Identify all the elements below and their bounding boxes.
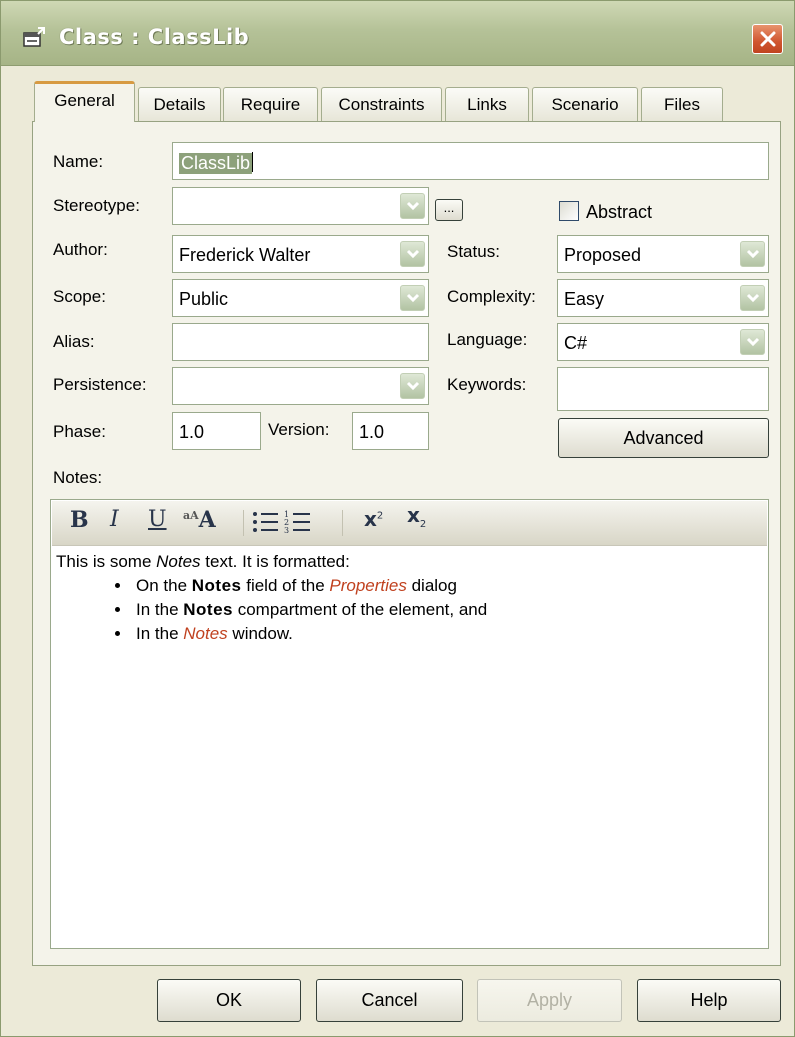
complexity-value: Easy bbox=[564, 289, 605, 309]
apply-button[interactable]: Apply bbox=[477, 979, 622, 1022]
subscript-x: x bbox=[407, 503, 420, 527]
browse-label: ... bbox=[443, 199, 455, 215]
tab-label: General bbox=[54, 91, 115, 110]
advanced-button[interactable]: Advanced bbox=[558, 418, 769, 458]
chevron-down-icon[interactable] bbox=[740, 329, 765, 355]
italic-button[interactable]: I bbox=[110, 507, 119, 532]
tab-label: Details bbox=[153, 94, 206, 114]
svg-text:3: 3 bbox=[284, 526, 289, 535]
title-bar[interactable]: Class : ClassLib bbox=[1, 1, 794, 66]
author-label: Author: bbox=[53, 240, 108, 259]
list-item: On the Notes field of the Properties dia… bbox=[132, 574, 487, 598]
text-caret bbox=[252, 152, 254, 172]
chevron-down-icon[interactable] bbox=[400, 193, 425, 219]
tab-label: Links bbox=[467, 94, 507, 114]
abstract-label: Abstract bbox=[586, 202, 653, 222]
ok-label: OK bbox=[215, 990, 242, 1010]
notes-content[interactable]: This is some Notes text. It is formatted… bbox=[56, 550, 487, 646]
toolbar-separator bbox=[243, 510, 244, 536]
tab-scenario[interactable]: Scenario bbox=[532, 87, 638, 121]
complexity-label: Complexity: bbox=[447, 287, 536, 306]
superscript-button[interactable]: x2 bbox=[364, 507, 383, 531]
status-label: Status: bbox=[447, 242, 500, 261]
complexity-dropdown[interactable]: Easy bbox=[557, 279, 769, 317]
close-button[interactable] bbox=[752, 24, 783, 54]
version-value: 1.0 bbox=[359, 422, 385, 442]
superscript-digit: 2 bbox=[376, 510, 384, 522]
notes-bullet-list: On the Notes field of the Properties dia… bbox=[56, 574, 487, 646]
keywords-label: Keywords: bbox=[447, 375, 527, 394]
numbered-list-icon[interactable]: 123 bbox=[284, 509, 312, 541]
subscript-button[interactable]: x2 bbox=[407, 503, 426, 530]
author-dropdown[interactable]: Frederick Walter bbox=[172, 235, 429, 273]
version-label: Version: bbox=[268, 420, 330, 439]
tab-label: Files bbox=[664, 94, 700, 114]
chevron-down-icon[interactable] bbox=[400, 373, 425, 399]
list-item: In the Notes compartment of the element,… bbox=[132, 598, 487, 622]
language-dropdown[interactable]: C# bbox=[557, 323, 769, 361]
help-label: Help bbox=[690, 990, 728, 1010]
window-title: Class : ClassLib bbox=[59, 25, 250, 49]
help-button[interactable]: Help bbox=[637, 979, 781, 1022]
toolbar-separator bbox=[342, 510, 343, 536]
keywords-field[interactable] bbox=[557, 367, 769, 411]
tab-general[interactable]: General bbox=[34, 81, 135, 122]
font-button[interactable]: aAA bbox=[183, 507, 216, 533]
class-properties-dialog: Class : ClassLib General Details Require… bbox=[0, 0, 795, 1037]
name-label: Name: bbox=[53, 152, 104, 171]
chevron-down-icon[interactable] bbox=[400, 285, 425, 311]
notes-editor[interactable]: B I U aAA 123 x2 x2 This is some Notes t… bbox=[50, 499, 769, 949]
close-icon bbox=[760, 31, 775, 47]
status-dropdown[interactable]: Proposed bbox=[557, 235, 769, 273]
subscript-digit: 2 bbox=[419, 519, 427, 530]
font-icon: A bbox=[198, 507, 216, 533]
chevron-down-icon[interactable] bbox=[740, 241, 765, 267]
scope-dropdown[interactable]: Public bbox=[172, 279, 429, 317]
tab-label: Require bbox=[240, 94, 301, 114]
superscript-x: x bbox=[364, 507, 377, 531]
tab-links[interactable]: Links bbox=[445, 87, 529, 121]
name-field[interactable]: ClassLib bbox=[172, 142, 769, 180]
tab-files[interactable]: Files bbox=[641, 87, 723, 121]
tab-require[interactable]: Require bbox=[223, 87, 318, 121]
cancel-label: Cancel bbox=[361, 990, 418, 1010]
list-item: In the Notes window. bbox=[132, 622, 487, 646]
notes-label: Notes: bbox=[53, 468, 103, 487]
abstract-checkbox[interactable] bbox=[559, 201, 579, 221]
bullet-list-icon[interactable] bbox=[252, 509, 280, 541]
status-value: Proposed bbox=[564, 245, 642, 265]
scope-label: Scope: bbox=[53, 287, 106, 306]
tab-details[interactable]: Details bbox=[138, 87, 221, 121]
apply-label: Apply bbox=[526, 990, 573, 1010]
persistence-dropdown[interactable] bbox=[172, 367, 429, 405]
alias-label: Alias: bbox=[53, 332, 95, 351]
cancel-button[interactable]: Cancel bbox=[316, 979, 463, 1022]
class-properties-icon bbox=[23, 27, 45, 47]
bold-button[interactable]: B bbox=[70, 507, 89, 533]
alias-field[interactable] bbox=[172, 323, 429, 361]
tab-constraints[interactable]: Constraints bbox=[321, 87, 442, 121]
notes-intro: This is some Notes text. It is formatted… bbox=[56, 552, 350, 571]
stereotype-browse-button[interactable]: ... bbox=[435, 199, 463, 221]
language-label: Language: bbox=[447, 330, 528, 349]
persistence-label: Persistence: bbox=[53, 375, 147, 394]
version-field[interactable]: 1.0 bbox=[352, 412, 429, 450]
chevron-down-icon[interactable] bbox=[400, 241, 425, 267]
phase-field[interactable]: 1.0 bbox=[172, 412, 261, 450]
author-value: Frederick Walter bbox=[179, 245, 311, 265]
scope-value: Public bbox=[179, 289, 229, 309]
tab-label: Scenario bbox=[551, 94, 619, 114]
phase-label: Phase: bbox=[53, 422, 106, 441]
chevron-down-icon[interactable] bbox=[740, 285, 765, 311]
language-value: C# bbox=[564, 333, 588, 353]
underline-button[interactable]: U bbox=[148, 507, 167, 532]
notes-format-toolbar: B I U aAA 123 x2 x2 bbox=[52, 501, 767, 546]
phase-value: 1.0 bbox=[179, 422, 205, 442]
name-value: ClassLib bbox=[179, 153, 253, 174]
tab-label: Constraints bbox=[338, 94, 425, 114]
stereotype-label: Stereotype: bbox=[53, 196, 140, 215]
advanced-label: Advanced bbox=[623, 427, 704, 448]
ok-button[interactable]: OK bbox=[157, 979, 301, 1022]
stereotype-dropdown[interactable] bbox=[172, 187, 429, 225]
